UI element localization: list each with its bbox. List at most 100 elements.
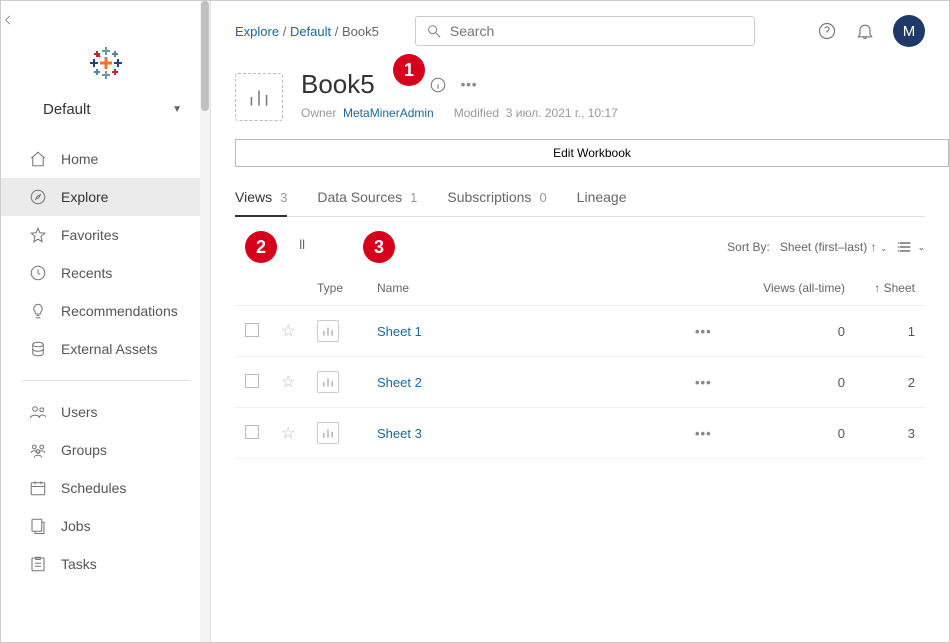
col-sheet[interactable]: ↑ Sheet [855,273,925,306]
row-checkbox[interactable] [245,425,259,439]
view-name-link[interactable]: Sheet 2 [377,375,422,390]
help-icon[interactable] [817,21,837,41]
sort-by-label: Sort By: [727,240,770,254]
nav-recommendations[interactable]: Recommendations [1,292,210,330]
notifications-icon[interactable] [855,21,875,41]
tab-subscriptions[interactable]: Subscriptions 0 [447,189,546,216]
nav-explore[interactable]: Explore [1,178,210,216]
workbook-title: Book5 [301,69,375,100]
caret-down-icon: ▼ [172,104,182,115]
toolbar: ll 2 3 Sort By: Sheet (first–last) ↑ ⌄ ⌄ [211,217,949,273]
tab-count: 1 [410,190,417,205]
content: Type Name Views (all-time) ↑ Sheet ☆ She… [211,273,949,459]
search-box[interactable] [415,16,755,46]
owner-label: Owner [301,106,336,120]
col-type[interactable]: Type [307,273,367,306]
tab-views[interactable]: Views 3 [235,189,287,217]
row-views: 0 [725,306,855,357]
row-actions-button[interactable]: ••• [695,426,712,441]
view-type-icon [317,371,339,393]
search-icon [426,23,442,39]
nav-recents[interactable]: Recents [1,254,210,292]
favorite-star-icon[interactable]: ☆ [281,323,295,340]
breadcrumb-project[interactable]: Default [290,24,331,39]
view-name-link[interactable]: Sheet 1 [377,324,422,339]
bulb-icon [29,302,47,320]
row-sheet: 2 [855,357,925,408]
owner-link[interactable]: MetaMinerAdmin [343,106,434,120]
nav-label: Home [61,151,98,167]
workbook-header: Book5 ••• Owner MetaMinerAdmin Modified … [211,55,949,121]
sidebar-scrollbar[interactable] [200,1,210,642]
avatar-initial: M [903,23,916,40]
nav-external-assets[interactable]: External Assets [1,330,210,368]
groups-icon [29,441,47,459]
nav-users[interactable]: Users [1,393,210,431]
row-checkbox[interactable] [245,374,259,388]
scrollbar-thumb[interactable] [201,1,209,111]
home-icon [29,150,47,168]
user-avatar[interactable]: M [893,15,925,47]
tasks-icon [29,555,47,573]
collapse-sidebar-button[interactable] [1,1,210,27]
tab-label: Lineage [577,189,627,205]
more-actions-button[interactable]: ••• [461,77,478,92]
col-views[interactable]: Views (all-time) [725,273,855,306]
site-selector[interactable]: Default ▼ [1,91,210,140]
chevron-down-icon: ⌄ [880,243,888,253]
table-row[interactable]: ☆ Sheet 1 ••• 0 1 [235,306,925,357]
modified-field: Modified 3 июл. 2021 г., 10:17 [454,106,618,120]
nav-home[interactable]: Home [1,140,210,178]
sort-by-dropdown[interactable]: Sheet (first–last) ↑ ⌄ [780,240,888,254]
edit-workbook-button[interactable]: Edit Workbook [235,139,949,167]
table-row[interactable]: ☆ Sheet 3 ••• 0 3 [235,408,925,459]
workbook-icon [235,73,283,121]
row-actions-button[interactable]: ••• [695,324,712,339]
search-input[interactable] [450,23,744,39]
breadcrumb: Explore / Default / Book5 [235,24,379,39]
views-table: Type Name Views (all-time) ↑ Sheet ☆ She… [235,273,925,459]
tab-label: Views [235,189,272,205]
breadcrumb-explore[interactable]: Explore [235,24,279,39]
tab-label: Subscriptions [447,189,531,205]
nav-label: Recommendations [61,303,178,319]
breadcrumb-current: Book5 [342,24,379,39]
view-type-icon [317,422,339,444]
row-sheet: 3 [855,408,925,459]
nav-label: Groups [61,442,107,458]
nav-tasks[interactable]: Tasks [1,545,210,583]
tab-lineage[interactable]: Lineage [577,189,627,216]
tableau-logo [1,27,210,91]
database-icon [29,340,47,358]
favorite-star-icon[interactable]: ☆ [281,374,295,391]
nav-label: Tasks [61,556,97,572]
favorite-star-icon[interactable]: ☆ [281,425,295,442]
compass-icon [29,188,47,206]
nav-label: External Assets [61,341,158,357]
row-sheet: 1 [855,306,925,357]
view-mode-toggle[interactable]: ⌄ [897,239,925,255]
annotation-2: 2 [245,231,277,263]
view-name-link[interactable]: Sheet 3 [377,426,422,441]
nav-jobs[interactable]: Jobs [1,507,210,545]
site-name: Default [43,101,91,118]
nav-label: Schedules [61,480,126,496]
breadcrumb-sep: / [283,24,290,39]
nav-label: Favorites [61,227,119,243]
nav-schedules[interactable]: Schedules [1,469,210,507]
col-name[interactable]: Name [367,273,685,306]
nav-label: Users [61,404,98,420]
table-row[interactable]: ☆ Sheet 2 ••• 0 2 [235,357,925,408]
calendar-icon [29,479,47,497]
nav-favorites[interactable]: Favorites [1,216,210,254]
nav-label: Explore [61,189,108,205]
row-actions-button[interactable]: ••• [695,375,712,390]
nav-groups[interactable]: Groups [1,431,210,469]
row-views: 0 [725,408,855,459]
row-checkbox[interactable] [245,323,259,337]
nav-label: Recents [61,265,112,281]
modified-value: 3 июл. 2021 г., 10:17 [506,106,618,120]
tab-data-sources[interactable]: Data Sources 1 [317,189,417,216]
view-type-icon [317,320,339,342]
info-icon[interactable] [429,76,447,94]
